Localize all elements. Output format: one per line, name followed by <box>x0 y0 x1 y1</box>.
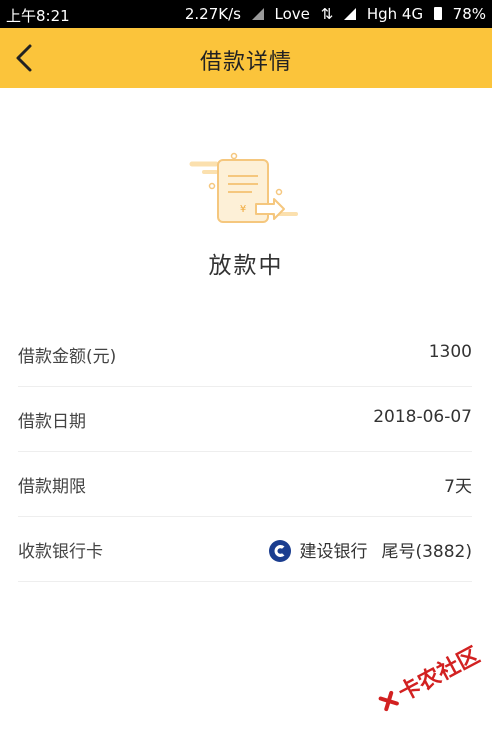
signal-icon <box>344 8 357 20</box>
battery-icon <box>433 7 442 20</box>
detail-value: 建设银行 尾号(3882) <box>269 537 472 562</box>
detail-label: 收款银行卡 <box>18 542 103 562</box>
system-status-bar: 上午8:21 2.27K/s Love ⇅ Hgh 4G 78% <box>0 0 492 28</box>
detail-label: 借款期限 <box>18 477 86 497</box>
carrier-name-1: Love <box>274 5 310 23</box>
loan-detail-list: 借款金额(元) 1300 借款日期 2018-06-07 借款期限 7天 收款银… <box>18 322 472 582</box>
detail-value: 7天 <box>444 477 472 497</box>
data-arrows-icon: ⇅ <box>320 5 334 23</box>
signal-icon <box>251 8 264 20</box>
detail-row-amount: 借款金额(元) 1300 <box>18 322 472 387</box>
app-header: 借款详情 <box>0 28 492 88</box>
detail-label: 借款金额(元) <box>18 347 117 367</box>
ccb-bank-logo-icon <box>269 540 292 562</box>
battery-level: 78% <box>452 5 486 23</box>
status-time: 上午8:21 <box>6 7 70 25</box>
bank-name: 建设银行 <box>299 542 368 562</box>
document-transfer-icon: ¥ <box>189 152 298 223</box>
watermark-text: 卡农社区 <box>394 642 485 707</box>
watermark-logo: 卡农社区 <box>372 638 492 742</box>
detail-value: 1300 <box>428 342 472 362</box>
card-tail-number: 尾号(3882) <box>381 542 472 562</box>
loan-status-text: 放款中 <box>208 253 284 279</box>
carrier-name-2: Hgh 4G <box>366 5 424 23</box>
page-title: 借款详情 <box>199 50 292 75</box>
svg-text:¥: ¥ <box>240 204 246 215</box>
watermark-x-icon <box>378 690 399 712</box>
status-indicators: 2.27K/s Love ⇅ Hgh 4G 78% <box>179 5 486 23</box>
network-speed: 2.27K/s <box>184 5 241 23</box>
detail-value: 2018-06-07 <box>373 407 472 427</box>
detail-row-bank-card: 收款银行卡 建设银行 尾号(3882) <box>18 517 472 582</box>
detail-label: 借款日期 <box>18 412 86 432</box>
detail-row-term: 借款期限 7天 <box>18 452 472 517</box>
detail-row-date: 借款日期 2018-06-07 <box>18 387 472 452</box>
